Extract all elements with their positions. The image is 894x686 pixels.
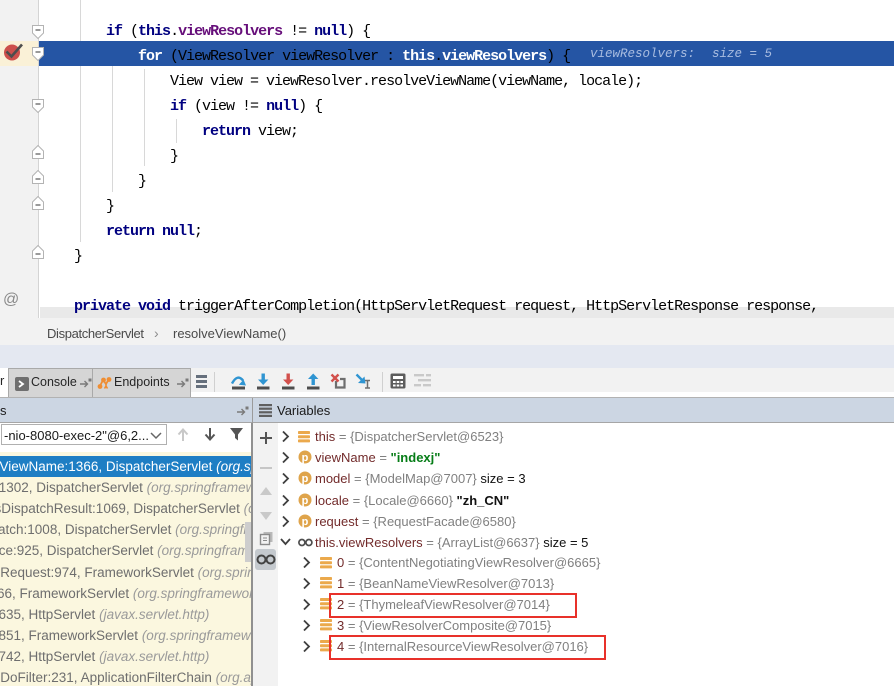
svg-text:p: p (302, 516, 309, 528)
svg-text:p: p (302, 452, 309, 464)
svg-text:p: p (302, 495, 309, 507)
svg-text:p: p (302, 473, 309, 485)
